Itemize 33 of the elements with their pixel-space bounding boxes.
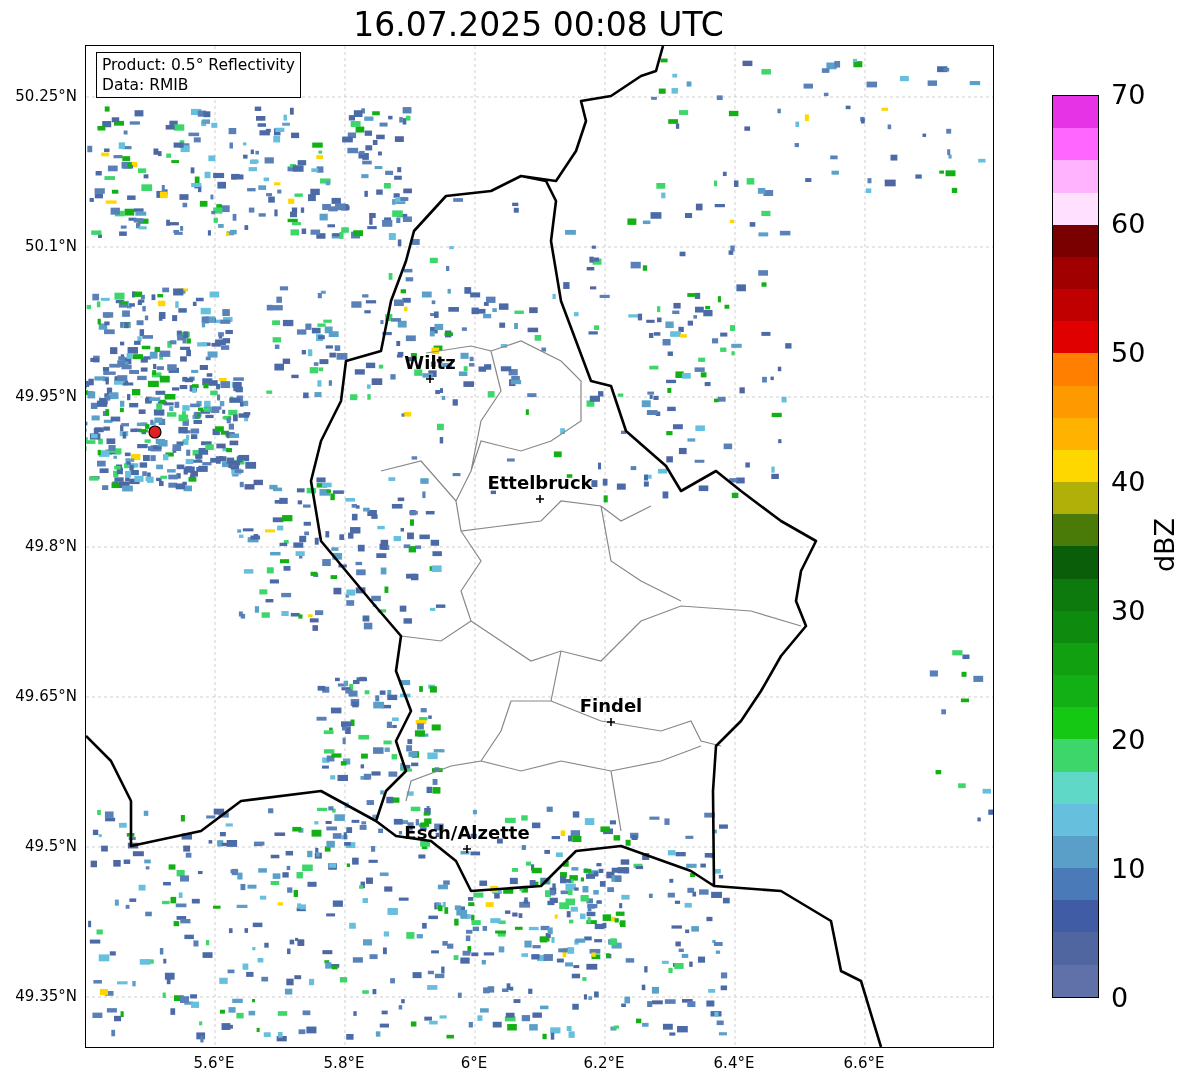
latitude-label: 49.5°N [24, 837, 77, 855]
longitude-label: 6.4°E [713, 1054, 755, 1072]
longitude-label: 6.6°E [843, 1054, 885, 1072]
longitude-label: 5.6°E [193, 1054, 235, 1072]
city-label: Findel [579, 696, 643, 716]
scale-value: 40 [1111, 467, 1146, 497]
latitude-label: 49.8°N [24, 537, 77, 555]
city-marker-icon [426, 375, 434, 383]
radar-site-icon [148, 425, 162, 439]
latitude-label: 49.35°N [15, 987, 77, 1005]
scale-value: 10 [1111, 854, 1146, 884]
city-label: Esch/Alzette [404, 823, 530, 843]
info-text: Product: 0.5° Reflectivity [102, 55, 295, 75]
scale-value: 20 [1111, 725, 1146, 755]
latitude-label: 50.1°N [24, 237, 77, 255]
scale-value: 30 [1111, 596, 1146, 626]
scale-unit-label: dBZ [1148, 517, 1180, 573]
scale-value: 70 [1111, 80, 1146, 110]
latitude-label: 50.25°N [15, 87, 77, 105]
latitude-label: 49.65°N [15, 687, 77, 705]
city-marker-icon [463, 845, 471, 853]
scale-value: 0 [1111, 983, 1129, 1013]
info-text: Data: RMIB [102, 75, 190, 95]
longitude-label: 6°E [460, 1054, 488, 1072]
longitude-label: 6.2°E [583, 1054, 625, 1072]
latitude-label: 49.95°N [15, 387, 77, 405]
chart-title: 16.07.2025 00:08 UTC [352, 4, 725, 45]
scale-value: 50 [1111, 338, 1146, 368]
city-marker-icon [607, 718, 615, 726]
city-label: Ettelbruck [487, 473, 593, 493]
longitude-label: 5.8°E [323, 1054, 365, 1072]
scale-value: 60 [1111, 209, 1146, 239]
city-marker-icon [536, 495, 544, 503]
